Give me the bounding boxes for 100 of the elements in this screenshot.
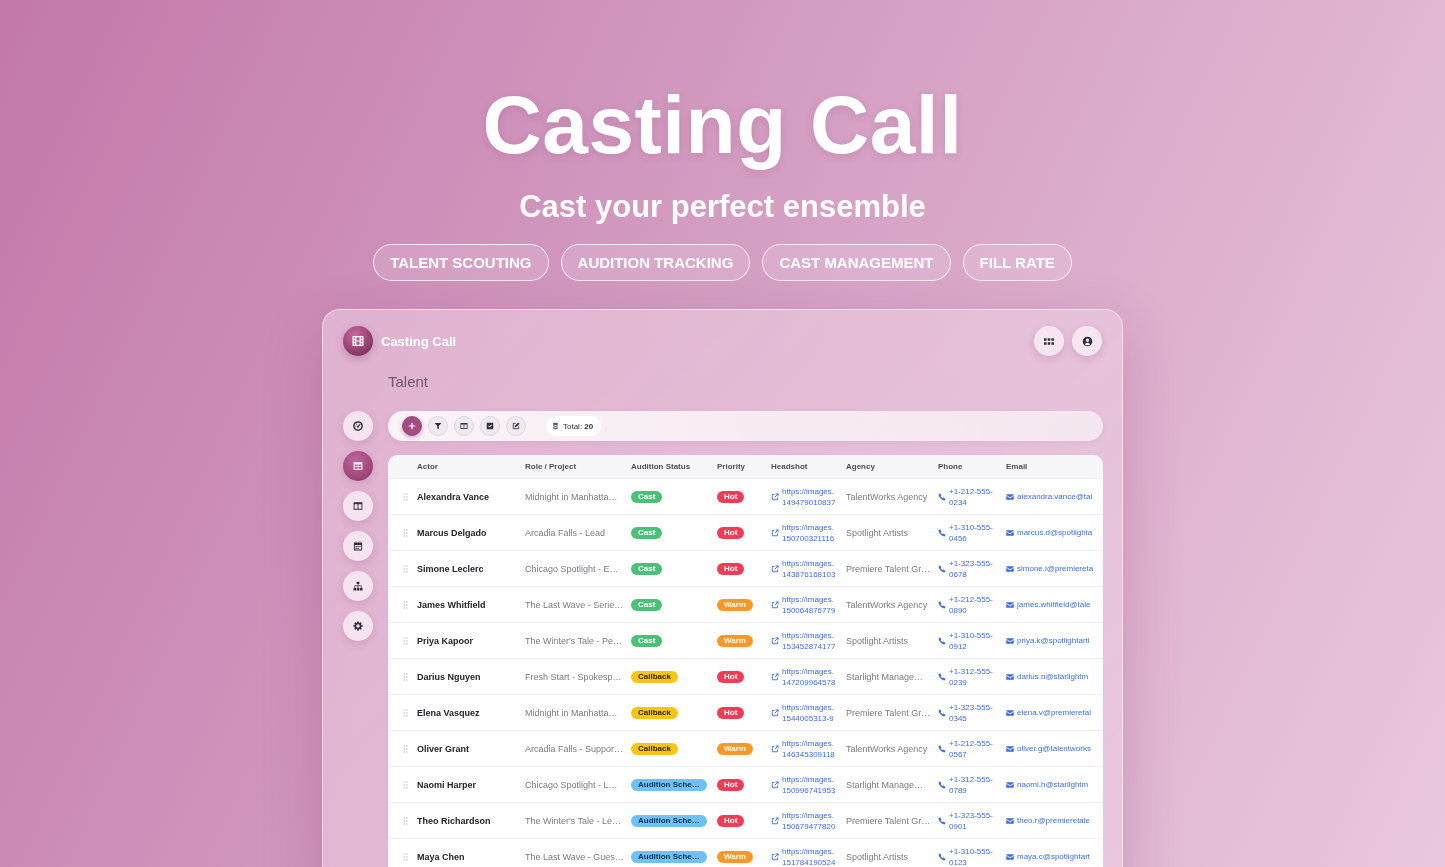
email-link[interactable]: maya.c@spotlightart <box>1006 852 1091 861</box>
status-badge: Audition Sche… <box>631 850 707 863</box>
envelope-icon <box>1006 709 1014 716</box>
settings-nav-button[interactable] <box>343 611 373 641</box>
drag-handle-icon[interactable] <box>403 636 408 645</box>
account-button[interactable] <box>1072 326 1102 356</box>
headshot-link[interactable]: https://images. 150700321116 <box>771 521 835 544</box>
headshot-link[interactable]: https://images. 150679477820 <box>771 809 836 832</box>
phone-link[interactable]: +1-310-555- 0912 <box>938 629 993 652</box>
drag-handle-icon[interactable] <box>403 744 408 753</box>
phone-icon <box>938 492 946 501</box>
phone-link[interactable]: +1-323-555- 0345 <box>938 701 993 724</box>
envelope-icon <box>1006 673 1014 680</box>
grid-icon <box>1044 337 1054 345</box>
add-button[interactable] <box>402 416 422 436</box>
email-link[interactable]: priya.k@spotlightarti <box>1006 636 1090 645</box>
select-button[interactable] <box>480 416 500 436</box>
external-link-icon <box>771 600 779 609</box>
priority-badge: Warm <box>717 634 753 647</box>
drag-handle-icon[interactable] <box>403 708 408 717</box>
external-link-icon <box>771 816 779 825</box>
role-text: Midnight in Manhatta… <box>525 491 618 502</box>
apps-menu-button[interactable] <box>1034 326 1064 356</box>
role-text: Arcadia Falls - Suppor… <box>525 743 624 754</box>
external-link-icon <box>771 672 779 681</box>
actor-name: Theo Richardson <box>417 815 491 826</box>
calendar-nav-button[interactable] <box>343 531 373 561</box>
priority-badge: Hot <box>717 778 745 791</box>
agency-text: TalentWorks Agency <box>846 599 928 610</box>
drag-handle-icon[interactable] <box>403 564 408 573</box>
email-link[interactable]: simone.l@premiereta <box>1006 564 1094 573</box>
priority-badge: Hot <box>717 562 745 575</box>
status-badge: Callback <box>631 742 678 755</box>
external-link-icon <box>771 564 779 573</box>
envelope-icon <box>1006 601 1014 608</box>
external-link-icon <box>771 528 779 537</box>
phone-link[interactable]: +1-212-555- 0567 <box>938 737 993 760</box>
drag-handle-icon[interactable] <box>403 852 408 861</box>
phone-link[interactable]: +1-212-555- 0234 <box>938 485 993 508</box>
phone-icon <box>938 852 946 861</box>
column-header: Actor <box>417 462 438 471</box>
headshot-link[interactable]: https://images. 151784190524 <box>771 845 836 867</box>
status-badge: Cast <box>631 598 663 611</box>
email-link[interactable]: james.whitfield@tale <box>1006 600 1091 609</box>
headshot-link[interactable]: https://images. 153452874177 <box>771 629 836 652</box>
phone-icon <box>938 600 946 609</box>
email-link[interactable]: darius.n@starlightm <box>1006 672 1089 681</box>
drag-handle-icon[interactable] <box>403 492 408 501</box>
settings-icon <box>353 621 363 631</box>
column-header: Role / Project <box>525 462 577 471</box>
envelope-icon <box>1006 853 1014 860</box>
status-badge: Cast <box>631 490 663 503</box>
phone-link[interactable]: +1-323-555- 0678 <box>938 557 993 580</box>
headshot-link[interactable]: https://images. 149479010837 <box>771 485 836 508</box>
edit-button[interactable] <box>506 416 526 436</box>
email-link[interactable]: elena.v@premieretal <box>1006 708 1091 717</box>
filter-button[interactable] <box>428 416 448 436</box>
phone-link[interactable]: +1-323-555- 0901 <box>938 809 993 832</box>
drag-handle-icon[interactable] <box>403 600 408 609</box>
actor-name: Darius Nguyen <box>417 671 481 682</box>
drag-handle-icon[interactable] <box>403 672 408 681</box>
phone-link[interactable]: +1-312-555- 0789 <box>938 773 993 796</box>
external-link-icon <box>771 636 779 645</box>
drag-handle-icon[interactable] <box>403 780 408 789</box>
headshot-link[interactable]: https://images. 150996741953 <box>771 773 836 796</box>
email-link[interactable]: naomi.h@starlightm <box>1006 780 1089 789</box>
table-nav-button[interactable] <box>343 451 373 481</box>
external-link-icon <box>771 492 779 501</box>
email-link[interactable]: marcus.d@spotlighta <box>1006 528 1093 537</box>
headshot-link[interactable]: https://images. 143876168103 <box>771 557 836 580</box>
phone-link[interactable]: +1-310-555- 0123 <box>938 845 993 867</box>
filter-icon <box>434 422 442 430</box>
drag-handle-icon[interactable] <box>403 528 408 537</box>
feature-tag: FILL RATE <box>962 244 1072 281</box>
agency-text: Premiere Talent Gr… <box>846 563 931 574</box>
headshot-link[interactable]: https://images. 150064876779 <box>771 593 836 616</box>
phone-link[interactable]: +1-212-555- 0890 <box>938 593 993 616</box>
role-text: The Winter's Tale - Pe… <box>525 635 623 646</box>
agency-text: Starlight Manage… <box>846 671 924 682</box>
drag-handle-icon[interactable] <box>403 816 408 825</box>
headshot-link[interactable]: https://images. 146345309118 <box>771 737 835 760</box>
checkbox-icon <box>486 422 494 430</box>
email-link[interactable]: alexandra.vance@tal <box>1006 492 1093 501</box>
actor-name: Elena Vasquez <box>417 707 480 718</box>
dashboard-nav-button[interactable] <box>343 411 373 441</box>
phone-link[interactable]: +1-312-555- 0239 <box>938 665 993 688</box>
columns-button[interactable] <box>454 416 474 436</box>
headshot-link[interactable]: https://images. 147209964578 <box>771 665 836 688</box>
role-text: Fresh Start - Spokesp… <box>525 671 622 682</box>
status-badge: Audition Sche… <box>631 778 707 791</box>
gauge-icon <box>353 421 363 431</box>
priority-badge: Warm <box>717 742 753 755</box>
phone-link[interactable]: +1-310-555- 0456 <box>938 521 993 544</box>
agency-text: Premiere Talent Gr… <box>846 707 931 718</box>
headshot-link[interactable]: https://images. 1544005313-9 <box>771 701 835 724</box>
agency-text: TalentWorks Agency <box>846 491 928 502</box>
board-nav-button[interactable] <box>343 491 373 521</box>
email-link[interactable]: theo.r@premieretale <box>1006 816 1091 825</box>
hierarchy-nav-button[interactable] <box>343 571 373 601</box>
email-link[interactable]: oliver.g@talentworks <box>1006 744 1091 753</box>
